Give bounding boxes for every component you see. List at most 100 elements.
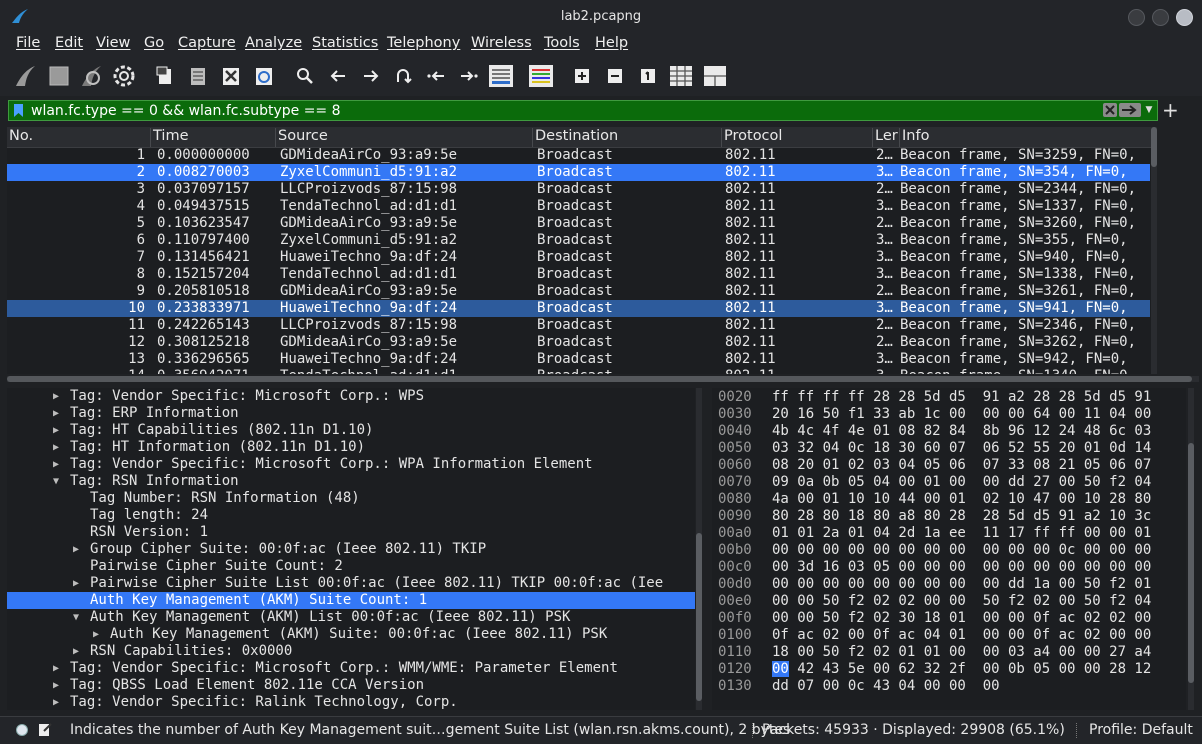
menu-view[interactable]: View	[96, 35, 130, 51]
pane-splitter-handle[interactable]	[704, 388, 710, 710]
menu-analyze[interactable]: Analyze	[245, 35, 302, 51]
status-profile[interactable]: Profile: Default	[1089, 722, 1193, 738]
hex-dump-row[interactable]: 0040 4b 4c 4f 4e 01 08 82 84 8b 96 12 24 …	[712, 423, 1186, 440]
detail-tree-item[interactable]: ▶ Auth Key Management (AKM) Suite: 00:0f:…	[7, 626, 695, 643]
packet-row[interactable]: 10 0.233833971 HuaweiTechno_9a:df:24 Broadc…	[7, 300, 1150, 317]
column-no[interactable]: No.	[7, 128, 151, 147]
packet-row[interactable]: 2 0.008270003 ZyxelCommuni_d5:91:a2 Broadca…	[7, 164, 1150, 181]
hex-dump-row[interactable]: 0120 00 42 43 5e 00 62 32 2f 00 0b 05 00 …	[712, 661, 1186, 678]
details-vertical-scrollbar[interactable]	[696, 388, 702, 710]
scrollbar-thumb[interactable]	[1151, 127, 1157, 167]
packet-row[interactable]: 1 0.000000000 GDMideaAirCo_93:a9:5e Broadca…	[7, 147, 1150, 164]
go-to-packet-icon[interactable]	[390, 63, 416, 89]
detail-tree-item[interactable]: ▶ Tag: QBSS Load Element 802.11e CCA Vers…	[7, 677, 695, 694]
packet-row[interactable]: 8 0.152157204 TendaTechnol_ad:d1:d1 Broadca…	[7, 266, 1150, 283]
expand-chevron-right-icon[interactable]: ▶	[53, 677, 59, 694]
menu-go[interactable]: Go	[144, 35, 164, 51]
colorize-icon[interactable]	[528, 63, 554, 89]
expand-chevron-right-icon[interactable]: ▶	[73, 643, 79, 660]
scrollbar-thumb[interactable]	[7, 376, 1192, 382]
hex-dump-row[interactable]: 00c0 00 3d 16 03 05 00 00 00 00 00 00 00 …	[712, 559, 1186, 576]
detail-tree-item[interactable]: ▶ Group Cipher Suite: 00:0f:ac (Ieee 802.…	[7, 541, 695, 558]
capture-options-gear-icon[interactable]	[111, 63, 137, 89]
hex-dump-row[interactable]: 0070 09 0a 0b 05 04 00 01 00 00 dd 27 00 …	[712, 474, 1186, 491]
hex-dump-row[interactable]: 0130 dd 07 00 0c 43 04 00 00 00	[712, 678, 1186, 695]
detail-tree-item[interactable]: ▶ Tag: HT Capabilities (802.11n D1.10)	[7, 422, 695, 439]
find-packet-search-icon[interactable]	[292, 63, 318, 89]
close-file-icon[interactable]	[218, 63, 244, 89]
detail-tree-item[interactable]: Tag length: 24	[7, 507, 695, 524]
expand-chevron-right-icon[interactable]: ▶	[53, 694, 59, 710]
minimize-button[interactable]	[1128, 9, 1145, 26]
add-filter-button-plus-icon[interactable]: +	[1162, 98, 1179, 122]
hex-dump-row[interactable]: 0020 ff ff ff ff 28 28 5d d5 91 a2 28 28 …	[712, 389, 1186, 406]
expand-chevron-right-icon[interactable]: ▶	[53, 439, 59, 456]
expand-chevron-right-icon[interactable]: ▶	[53, 422, 59, 439]
hex-dump-row[interactable]: 00d0 00 00 00 00 00 00 00 00 00 dd 1a 00 …	[712, 576, 1186, 593]
menu-tools[interactable]: Tools	[544, 35, 580, 51]
expand-chevron-right-icon[interactable]: ▶	[73, 541, 79, 558]
hex-dump-row[interactable]: 0080 4a 00 01 10 10 44 00 01 02 10 47 00 …	[712, 491, 1186, 508]
packet-row[interactable]: 12 0.308125218 GDMideaAirCo_93:a9:5e Broadc…	[7, 334, 1150, 351]
packet-list-vertical-scrollbar[interactable]	[1151, 127, 1157, 374]
detail-tree-item[interactable]: Auth Key Management (AKM) Suite Count: 1	[7, 592, 695, 609]
clear-filter-icon[interactable]	[1103, 103, 1117, 117]
hex-dump-row[interactable]: 00b0 00 00 00 00 00 00 00 00 00 00 00 0c …	[712, 542, 1186, 559]
menu-capture[interactable]: Capture	[178, 35, 236, 51]
detail-tree-item[interactable]: ▶ Tag: Vendor Specific: Microsoft Corp.: …	[7, 388, 695, 405]
number-column-icon[interactable]	[702, 63, 728, 89]
hex-dump-row[interactable]: 0110 18 00 50 f2 02 01 01 00 00 03 a4 00 …	[712, 644, 1186, 661]
bookmark-icon[interactable]	[13, 103, 24, 118]
capture-comment-edit-icon[interactable]	[38, 722, 52, 737]
menu-telephony[interactable]: Telephony	[387, 35, 460, 51]
detail-tree-item[interactable]: ▼ Auth Key Management (AKM) List 00:0f:ac…	[7, 609, 695, 626]
go-back-icon[interactable]	[325, 63, 351, 89]
packet-row[interactable]: 3 0.037097157 LLCProizvods_87:15:98 Broadca…	[7, 181, 1150, 198]
detail-tree-item[interactable]: ▶ Tag: Vendor Specific: Microsoft Corp.: …	[7, 660, 695, 677]
bytes-vertical-scrollbar[interactable]	[1188, 388, 1194, 710]
display-filter-input[interactable]	[31, 101, 1101, 120]
hex-dump-row[interactable]: 0100 0f ac 02 00 0f ac 04 01 00 00 0f ac …	[712, 627, 1186, 644]
stop-capture-icon[interactable]	[46, 63, 72, 89]
expand-chevron-right-icon[interactable]: ▶	[93, 626, 99, 643]
detail-tree-item[interactable]: ▶ RSN Capabilities: 0x0000	[7, 643, 695, 660]
resize-columns-icon[interactable]	[668, 63, 694, 89]
expand-chevron-right-icon[interactable]: ▶	[53, 405, 59, 422]
hex-dump-row[interactable]: 0030 20 16 50 f1 33 ab 1c 00 00 00 64 00 …	[712, 406, 1186, 423]
first-packet-icon[interactable]	[423, 63, 449, 89]
autoscroll-icon[interactable]	[488, 63, 514, 89]
collapse-chevron-down-icon[interactable]: ▼	[53, 473, 59, 490]
filter-history-chevron-down-icon[interactable]: ▼	[1143, 103, 1155, 117]
detail-tree-item[interactable]: ▶ Tag: Vendor Specific: Ralink Technology…	[7, 694, 695, 710]
save-file-icon[interactable]	[185, 63, 211, 89]
menu-edit[interactable]: Edit	[55, 35, 83, 51]
detail-tree-item[interactable]: ▶ Pairwise Cipher Suite List 00:0f:ac (Ie…	[7, 575, 695, 592]
column-length[interactable]: Ler	[873, 128, 900, 147]
restart-capture-icon[interactable]	[78, 63, 104, 89]
highlighted-byte[interactable]: 00	[772, 661, 789, 677]
close-button[interactable]	[1176, 9, 1193, 26]
detail-tree-item[interactable]: ▶ Tag: HT Information (802.11n D1.10)	[7, 439, 695, 456]
normal-size-icon[interactable]	[635, 63, 661, 89]
detail-tree-item[interactable]: Pairwise Cipher Suite Count: 2	[7, 558, 695, 575]
column-time[interactable]: Time	[151, 128, 276, 147]
scrollbar-thumb[interactable]	[1188, 443, 1194, 683]
menu-file[interactable]: File	[16, 35, 40, 51]
hex-dump-row[interactable]: 0060 08 20 01 02 03 04 05 06 07 33 08 21 …	[712, 457, 1186, 474]
packet-list-horizontal-scrollbar[interactable]	[7, 376, 1199, 382]
maximize-button[interactable]	[1152, 9, 1169, 26]
packet-row[interactable]: 9 0.205810518 GDMideaAirCo_93:a9:5e Broadca…	[7, 283, 1150, 300]
expand-chevron-right-icon[interactable]: ▶	[73, 575, 79, 592]
packet-row[interactable]: 11 0.242265143 LLCProizvods_87:15:98 Broadc…	[7, 317, 1150, 334]
expand-chevron-right-icon[interactable]: ▶	[53, 388, 59, 405]
detail-tree-item[interactable]: ▶ Tag: Vendor Specific: Microsoft Corp.: …	[7, 456, 695, 473]
detail-tree-item[interactable]: Tag Number: RSN Information (48)	[7, 490, 695, 507]
packet-row[interactable]: 4 0.049437515 TendaTechnol_ad:d1:d1 Broadca…	[7, 198, 1150, 215]
zoom-out-icon[interactable]	[602, 63, 628, 89]
open-file-icon[interactable]	[152, 63, 178, 89]
column-destination[interactable]: Destination	[533, 128, 722, 147]
scrollbar-thumb[interactable]	[696, 533, 702, 701]
column-info[interactable]: Info	[900, 128, 1150, 147]
packet-row[interactable]: 7 0.131456421 HuaweiTechno_9a:df:24 Broadca…	[7, 249, 1150, 266]
expert-info-status-icon[interactable]	[16, 724, 28, 736]
